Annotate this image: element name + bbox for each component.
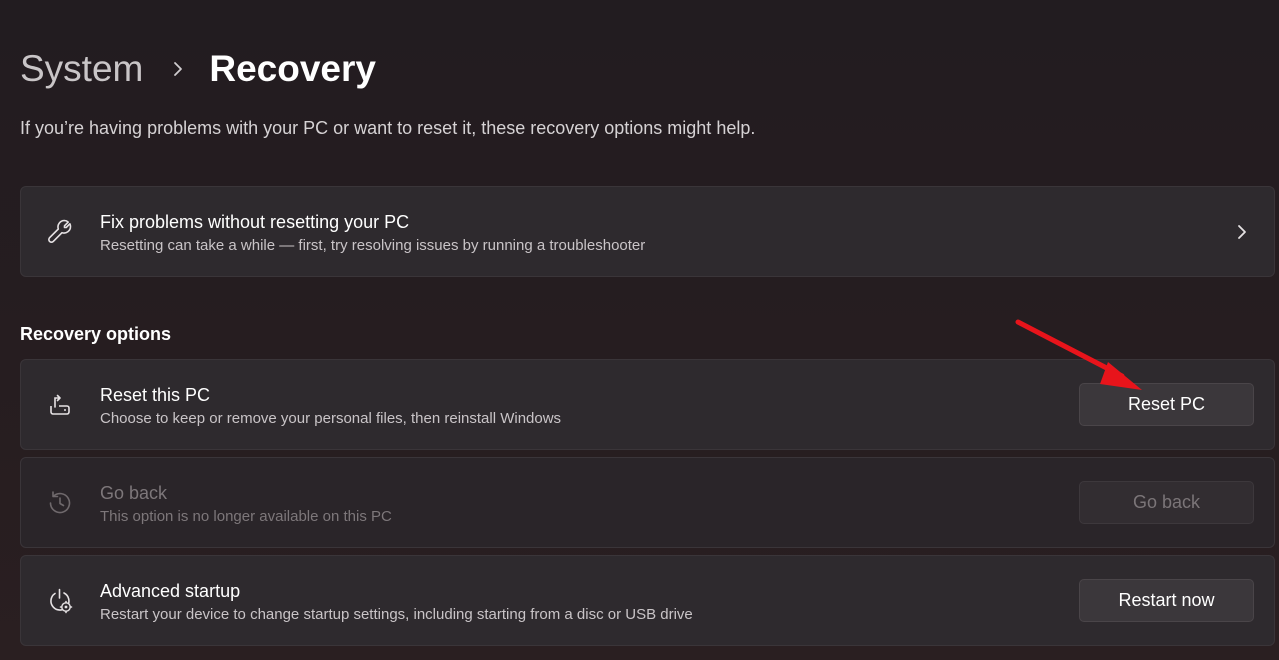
recovery-options-heading: Recovery options [20,324,172,344]
reset-this-pc-card: Reset this PC Choose to keep or remove y… [20,359,1275,450]
restart-now-button[interactable]: Restart now [1079,579,1254,622]
page-title: Recovery [209,48,376,89]
history-icon [49,491,71,514]
breadcrumb-system-link[interactable]: System [20,48,143,90]
fix-problems-subtitle: Resetting can take a while — first, try … [100,237,646,254]
go-back-title: Go back [100,483,168,503]
go-back-button[interactable]: Go back [1079,481,1254,524]
breadcrumb: System Recovery [20,44,376,94]
go-back-card: Go back This option is no longer availab… [20,457,1275,548]
wrench-icon [48,219,72,243]
advanced-startup-subtitle: Restart your device to change startup se… [100,606,693,623]
reset-pc-button[interactable]: Reset PC [1079,383,1254,426]
advanced-startup-title: Advanced startup [100,581,241,601]
advanced-startup-card: Advanced startup Restart your device to … [20,555,1275,646]
go-back-subtitle: This option is no longer available on th… [100,508,392,525]
fix-problems-title: Fix problems without resetting your PC [100,212,410,232]
page-description: If you’re having problems with your PC o… [20,118,756,138]
reset-this-pc-subtitle: Choose to keep or remove your personal f… [100,410,562,427]
reset-pc-icon [50,394,70,415]
fix-problems-card[interactable]: Fix problems without resetting your PC R… [20,186,1275,277]
advanced-startup-icon [50,588,73,614]
chevron-right-icon [174,62,183,76]
chevron-right-icon [1238,225,1246,239]
reset-this-pc-title: Reset this PC [100,385,211,405]
